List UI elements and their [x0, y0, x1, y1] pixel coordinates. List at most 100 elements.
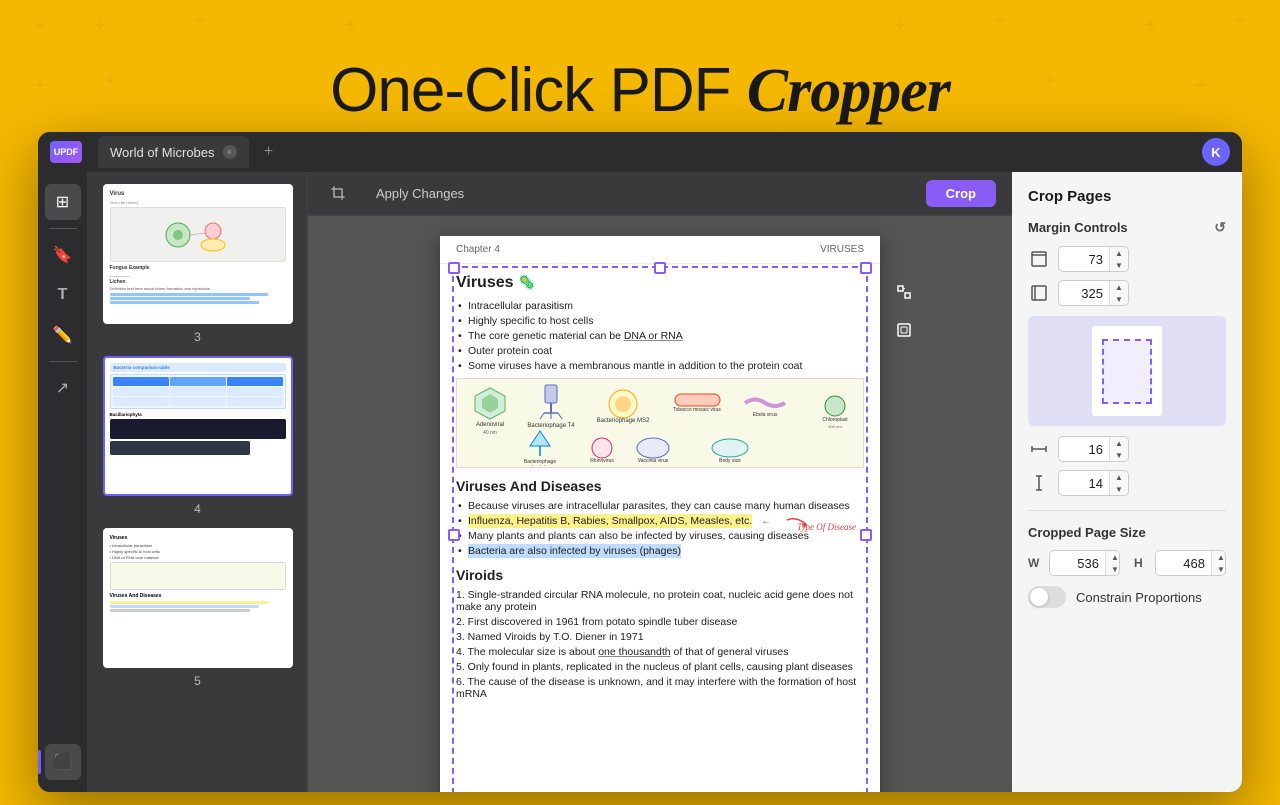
pdf-content: Viruses 🦠 Intracellular parasitism Highl… — [440, 264, 880, 713]
hero-title-part1: One-Click PDF — [330, 56, 747, 125]
crop-button[interactable]: Crop — [926, 180, 996, 207]
margin-height-input-wrap[interactable]: 14 ▲ ▼ — [1058, 470, 1129, 496]
sidebar-item-thumbnails[interactable]: ⊞ — [45, 184, 81, 220]
margin-left-spinners: ▲ ▼ — [1109, 281, 1128, 305]
crop-tool-fit[interactable] — [888, 276, 920, 308]
cropped-page-size-label: Cropped Page Size — [1028, 525, 1226, 540]
sidebar-divider-2 — [49, 361, 77, 362]
pdf-page: Chapter 4 VIRUSES Viruses 🦠 Intracellula… — [440, 236, 880, 792]
active-tab[interactable]: World of Microbes × — [98, 136, 249, 168]
svg-text:Ebola virus: Ebola virus — [753, 412, 778, 418]
margin-left-input[interactable]: 325 — [1059, 282, 1109, 305]
margin-left-decrement[interactable]: ▼ — [1110, 293, 1128, 305]
width-input-wrap[interactable]: 536 ▲ ▼ — [1049, 550, 1120, 576]
margin-top-input-wrap[interactable]: 73 ▲ ▼ — [1058, 246, 1129, 272]
sidebar-item-text[interactable]: T — [45, 277, 81, 313]
sidebar-item-annotations[interactable]: ✏️ — [45, 317, 81, 353]
pdf-page-container: Chapter 4 VIRUSES Viruses 🦠 Intracellula… — [440, 236, 880, 792]
main-content: ⊞ 🔖 T ✏️ ↗ ⬛ — [38, 172, 1242, 792]
bacteria-highlight: Bacteria are also infected by viruses (p… — [468, 544, 681, 558]
margin-top-increment[interactable]: ▲ — [1110, 247, 1128, 259]
width-spinners: ▲ ▼ — [1105, 551, 1120, 575]
height-spinners: ▲ ▼ — [1211, 551, 1226, 575]
constrain-toggle[interactable] — [1028, 586, 1066, 608]
margin-height-decrement[interactable]: ▼ — [1110, 483, 1128, 495]
toggle-thumb — [1030, 588, 1048, 606]
app-logo: UPDF — [50, 141, 82, 163]
svg-text:Adenoviral: Adenoviral — [476, 422, 504, 428]
margin-width-input[interactable]: 16 — [1059, 438, 1109, 461]
margin-width-row: 16 ▲ ▼ — [1028, 436, 1226, 462]
margin-height-increment[interactable]: ▲ — [1110, 471, 1128, 483]
diseases-section: Because viruses are intracellular parasi… — [456, 500, 864, 557]
margin-top-icon — [1028, 248, 1050, 270]
svg-text:500 nm: 500 nm — [828, 424, 842, 429]
viroid-3: 3. Named Viroids by T.O. Diener in 1971 — [456, 631, 864, 643]
user-avatar[interactable]: K — [1202, 138, 1230, 166]
svg-text:lambda: lambda — [532, 465, 549, 466]
disease-bullet-1: Because viruses are intracellular parasi… — [456, 500, 864, 512]
page-preview — [1092, 326, 1162, 416]
viroid-2: 2. First discovered in 1961 from potato … — [456, 616, 864, 628]
sidebar-item-export[interactable]: ↗ — [45, 370, 81, 406]
logo-box: UPDF — [50, 141, 82, 163]
apply-changes-button[interactable]: Apply Changes — [362, 180, 478, 207]
thumbnail-item-3[interactable]: Virus Viral Life History Fungus Exa — [96, 184, 299, 344]
thumbnail-item-5[interactable]: Viruses • Intracellular parasitism • Hig… — [96, 528, 299, 688]
hero-title-part2: Cropper — [747, 57, 950, 125]
new-tab-button[interactable]: + — [257, 140, 281, 164]
thumbnails-icon: ⊞ — [56, 192, 69, 212]
page-preview-area — [1028, 316, 1226, 426]
margin-top-decrement[interactable]: ▼ — [1110, 259, 1128, 271]
thumbnails-panel: Virus Viral Life History Fungus Exa — [88, 172, 308, 792]
thumbnail-num-3: 3 — [194, 330, 201, 344]
virus-diagram: Adenoviral 40 nm — [456, 378, 864, 468]
margin-height-icon — [1028, 472, 1050, 494]
margin-width-decrement[interactable]: ▼ — [1110, 449, 1128, 461]
sidebar-item-bookmarks[interactable]: 🔖 — [45, 237, 81, 273]
thumbnail-item-4[interactable]: Bacteria comparison table B — [96, 356, 299, 516]
margin-width-input-wrap[interactable]: 16 ▲ ▼ — [1058, 436, 1129, 462]
height-input-wrap[interactable]: 468 ▲ ▼ — [1155, 550, 1226, 576]
thumbnail-img-3: Virus Viral Life History Fungus Exa — [103, 184, 293, 324]
margin-height-input[interactable]: 14 — [1059, 472, 1109, 495]
export-icon: ↗ — [56, 378, 69, 398]
bullet-5: Some viruses have a membranous mantle in… — [456, 360, 864, 372]
disease-bullet-4: Bacteria are also infected by viruses (p… — [456, 545, 864, 557]
height-decrement[interactable]: ▼ — [1212, 563, 1226, 575]
margin-top-input[interactable]: 73 — [1059, 248, 1109, 271]
height-increment[interactable]: ▲ — [1212, 551, 1226, 563]
margin-width-spinners: ▲ ▼ — [1109, 437, 1128, 461]
hero-title: One-Click PDF Cropper — [0, 55, 1280, 127]
width-input[interactable]: 536 — [1050, 552, 1105, 575]
svg-text:Tobacco mosaic virus: Tobacco mosaic virus — [673, 407, 721, 413]
sidebar-divider-1 — [49, 228, 77, 229]
width-decrement[interactable]: ▼ — [1106, 563, 1120, 575]
sidebar-item-pages[interactable]: ⬛ — [45, 744, 81, 780]
crop-icon-btn[interactable] — [324, 179, 354, 209]
pdf-area: Apply Changes Crop — [308, 172, 1012, 792]
disease-highlight: Influenza, Hepatitis B, Rabies, Smallpox… — [468, 514, 752, 528]
dna-rna-text: DNA or RNA — [624, 330, 683, 342]
margin-left-increment[interactable]: ▲ — [1110, 281, 1128, 293]
bookmark-icon: 🔖 — [53, 245, 73, 265]
crop-tool-frame[interactable] — [888, 314, 920, 346]
annotation-icon: ✏️ — [53, 325, 73, 345]
margin-height-row: 14 ▲ ▼ — [1028, 470, 1226, 496]
margin-width-increment[interactable]: ▲ — [1110, 437, 1128, 449]
margin-left-input-wrap[interactable]: 325 ▲ ▼ — [1058, 280, 1129, 306]
left-sidebar: ⊞ 🔖 T ✏️ ↗ ⬛ — [38, 172, 88, 792]
diseases-title: Viruses And Diseases — [456, 478, 864, 494]
svg-text:40 nm: 40 nm — [483, 430, 497, 436]
width-increment[interactable]: ▲ — [1106, 551, 1120, 563]
margin-top-row: 73 ▲ ▼ — [1028, 246, 1226, 272]
tab-close-button[interactable]: × — [223, 145, 237, 159]
viroid-1: 1. Single-stranded circular RNA molecule… — [456, 589, 864, 613]
margin-left-icon — [1028, 282, 1050, 304]
height-input[interactable]: 468 — [1156, 552, 1211, 575]
page-preview-crop-overlay — [1102, 339, 1152, 404]
reset-button[interactable]: ↺ — [1214, 219, 1226, 236]
chapter-label: Chapter 4 — [456, 244, 500, 255]
hero-section: One-Click PDF Cropper — [0, 55, 1280, 127]
svg-text:Vaccinia virus: Vaccinia virus — [638, 458, 669, 464]
